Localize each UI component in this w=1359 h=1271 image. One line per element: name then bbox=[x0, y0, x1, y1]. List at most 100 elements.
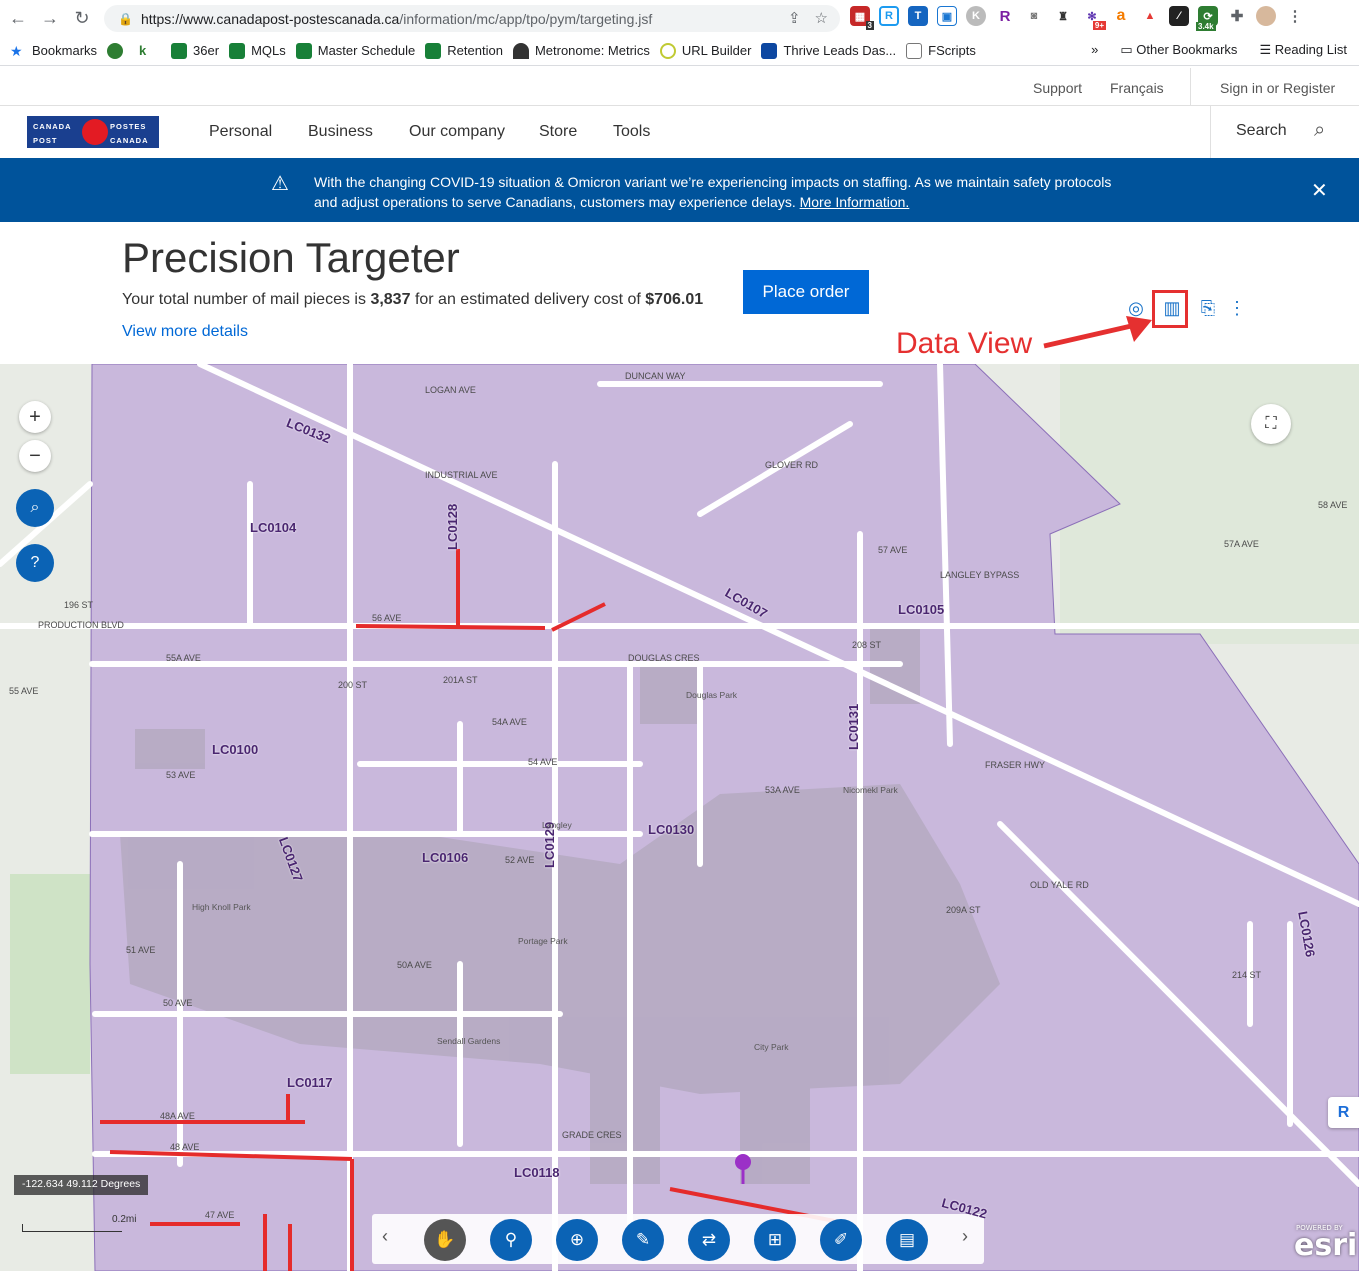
bookmark-label: Bookmarks bbox=[32, 43, 98, 58]
bookmark-item[interactable]: Thrive Leads Das... bbox=[761, 42, 897, 59]
nav-store[interactable]: Store bbox=[539, 123, 577, 141]
bookmark-item[interactable]: 36er bbox=[171, 42, 220, 59]
bookmark-item[interactable]: k bbox=[139, 43, 161, 59]
extension-icon[interactable]: K bbox=[966, 6, 986, 26]
chevron-right-icon[interactable]: › bbox=[962, 1226, 968, 1247]
place-label: Portage Park bbox=[518, 936, 568, 946]
route-label[interactable]: LC0105 bbox=[898, 602, 944, 617]
add-location-icon[interactable]: ⊕ bbox=[556, 1219, 598, 1261]
edit-icon[interactable]: ✎ bbox=[622, 1219, 664, 1261]
bookmark-item[interactable]: Metronome: Metrics bbox=[512, 42, 650, 59]
map-canvas[interactable] bbox=[0, 364, 1359, 1271]
bookmark-item[interactable]: URL Builder bbox=[659, 42, 751, 59]
logo-text: POST bbox=[33, 136, 58, 145]
share-icon[interactable]: ⇪ bbox=[788, 9, 801, 27]
loading-icon bbox=[659, 42, 676, 59]
url-path: /information/mc/app/tpo/pym/targeting.js… bbox=[399, 10, 653, 27]
address-bar[interactable]: 🔒 https://www.canadapost-postescanada.ca… bbox=[104, 5, 840, 32]
extension-icon[interactable]: ▣ bbox=[937, 6, 957, 26]
avatar[interactable] bbox=[1256, 6, 1276, 26]
camera-icon[interactable]: ◙ bbox=[1024, 6, 1044, 26]
bookmarks-overflow-icon[interactable]: » bbox=[1091, 42, 1098, 58]
map-help-icon[interactable]: ? bbox=[16, 544, 54, 582]
extension-floating-icon[interactable]: R bbox=[1328, 1097, 1359, 1128]
street-label: 51 AVE bbox=[126, 945, 156, 955]
view-more-details-link[interactable]: View more details bbox=[122, 323, 248, 341]
close-icon[interactable]: ✕ bbox=[1311, 178, 1328, 203]
back-icon[interactable]: ← bbox=[2, 4, 34, 32]
add-document-icon[interactable]: ⎘ bbox=[1196, 296, 1220, 320]
street-label: 58 AVE bbox=[1318, 500, 1348, 510]
other-bookmarks[interactable]: ▭ Other Bookmarks bbox=[1120, 42, 1237, 58]
route-label[interactable]: LC0118 bbox=[514, 1165, 560, 1180]
chevron-left-icon[interactable]: ‹ bbox=[382, 1226, 388, 1247]
language-link[interactable]: Français bbox=[1110, 80, 1164, 96]
map-view[interactable]: + − ⌕ ? ⛶ -122.634 49.112 Degrees 0.2mi … bbox=[0, 364, 1359, 1271]
nav-business[interactable]: Business bbox=[308, 123, 373, 141]
support-link[interactable]: Support bbox=[1033, 80, 1082, 96]
street-label: DOUGLAS CRES bbox=[628, 653, 700, 663]
table-view-icon[interactable]: ▤ bbox=[886, 1219, 928, 1261]
pan-tool-icon[interactable]: ✋ bbox=[424, 1219, 466, 1261]
route-label[interactable]: LC0100 bbox=[212, 742, 258, 757]
extension-icon[interactable]: R bbox=[995, 6, 1015, 26]
summary-text: Your total number of mail pieces is bbox=[122, 291, 366, 308]
reading-list[interactable]: ☰ Reading List bbox=[1259, 42, 1347, 58]
extension-icon[interactable]: ⁄ bbox=[1169, 6, 1189, 26]
zoom-in-button[interactable]: + bbox=[19, 401, 51, 433]
mail-pieces-count: 3,837 bbox=[370, 291, 411, 308]
bookmark-item[interactable]: MQLs bbox=[229, 42, 286, 59]
nav-our-company[interactable]: Our company bbox=[409, 123, 505, 141]
add-area-icon[interactable]: ⊞ bbox=[754, 1219, 796, 1261]
zoom-out-button[interactable]: − bbox=[19, 440, 51, 472]
bookmark-item[interactable]: Master Schedule bbox=[295, 42, 415, 59]
menu-kebab-icon[interactable]: ⋮ bbox=[1285, 6, 1305, 26]
more-options-icon[interactable]: ⋮ bbox=[1228, 296, 1246, 320]
route-label[interactable]: LC0106 bbox=[422, 850, 468, 865]
bookmark-label: 36er bbox=[193, 43, 220, 58]
bookmark-item[interactable] bbox=[107, 42, 129, 59]
extension-icon[interactable]: T bbox=[908, 6, 928, 26]
route-tool-icon[interactable]: ⇄ bbox=[688, 1219, 730, 1261]
bookmark-item[interactable]: FScripts bbox=[906, 42, 976, 59]
place-order-button[interactable]: Place order bbox=[743, 270, 869, 314]
fullscreen-icon[interactable]: ⛶ bbox=[1251, 404, 1291, 444]
street-label: 200 ST bbox=[338, 680, 368, 690]
bookmark-item[interactable]: Retention bbox=[425, 42, 503, 59]
nav-personal[interactable]: Personal bbox=[209, 123, 272, 141]
bookmark-item[interactable]: ★ Bookmarks bbox=[10, 43, 97, 59]
extension-icon[interactable]: R bbox=[879, 6, 899, 26]
street-label: 53 AVE bbox=[166, 770, 196, 780]
signin-link[interactable]: Sign in or Register bbox=[1220, 80, 1335, 96]
more-info-link[interactable]: More Information. bbox=[800, 194, 910, 210]
route-label[interactable]: LC0128 bbox=[445, 504, 460, 550]
extension-icon[interactable]: ⟳ 3.4k bbox=[1196, 6, 1218, 31]
map-search-icon[interactable]: ⌕ bbox=[16, 489, 54, 527]
extension-icon[interactable]: ▦ 3 bbox=[850, 6, 874, 30]
logo-text: CANADA bbox=[110, 136, 149, 145]
route-label[interactable]: LC0104 bbox=[250, 520, 296, 535]
route-label[interactable]: LC0131 bbox=[846, 704, 861, 750]
star-icon[interactable]: ☆ bbox=[815, 9, 828, 27]
star-icon: ★ bbox=[10, 42, 23, 59]
logo-text: POSTES bbox=[110, 122, 147, 131]
route-label[interactable]: LC0117 bbox=[287, 1075, 333, 1090]
street-label: 57A AVE bbox=[1224, 539, 1259, 549]
extension-icon[interactable]: ▲ bbox=[1140, 6, 1160, 26]
extension-icon[interactable]: ✻ 9+ bbox=[1082, 6, 1106, 30]
draw-tool-icon[interactable]: ✐ bbox=[820, 1219, 862, 1261]
reload-icon[interactable]: ↻ bbox=[66, 4, 98, 32]
extension-icon[interactable]: a bbox=[1111, 6, 1131, 26]
extension-icon[interactable]: ♜ bbox=[1053, 6, 1073, 26]
route-label[interactable]: LC0130 bbox=[648, 822, 694, 837]
nav-tools[interactable]: Tools bbox=[613, 123, 650, 141]
pin-tool-icon[interactable]: ⚲ bbox=[490, 1219, 532, 1261]
site-search[interactable]: Search ⌕ bbox=[1210, 106, 1359, 158]
ext-badge: 9+ bbox=[1092, 21, 1106, 30]
bookmark-label: Thrive Leads Das... bbox=[783, 43, 897, 58]
forward-icon[interactable]: → bbox=[34, 4, 66, 32]
canada-post-logo[interactable]: CANADA POSTES POST CANADA bbox=[27, 116, 159, 148]
puzzle-icon[interactable]: ✚ bbox=[1227, 6, 1247, 26]
street-label: LOGAN AVE bbox=[425, 385, 476, 395]
street-label: 53A AVE bbox=[765, 785, 800, 795]
